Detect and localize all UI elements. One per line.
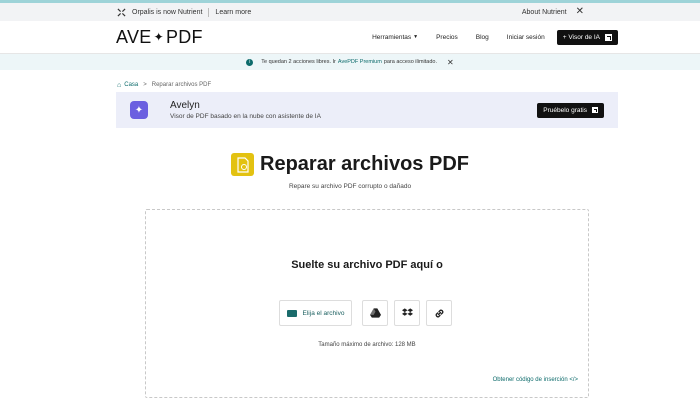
dropbox-button[interactable]	[394, 300, 421, 326]
link-icon	[435, 309, 444, 317]
folder-icon	[286, 309, 297, 317]
nav-blog[interactable]: Blog	[476, 34, 489, 41]
learn-more-link[interactable]: Learn more	[215, 9, 251, 16]
repair-pdf-icon	[231, 153, 254, 176]
breadcrumb-separator: >	[143, 82, 147, 88]
external-link-icon	[605, 33, 612, 41]
caret-down-icon: ▼	[413, 34, 419, 40]
premium-link[interactable]: AvePDF Premium	[338, 59, 382, 65]
info-icon: i	[246, 58, 254, 66]
nutrient-logo-icon	[116, 7, 126, 17]
page-subtitle: Repare su archivo PDF corrupto o dañado	[288, 183, 412, 190]
announcement-bar: Orpalis is now Nutrient Learn more About…	[0, 3, 700, 21]
ai-viewer-button[interactable]: + Visor de IA	[556, 29, 618, 45]
google-drive-icon	[369, 308, 381, 318]
main-nav: AVE ✦ PDF Herramientas ▼ Precios Blog Ini…	[0, 21, 700, 54]
announcement-text: Orpalis is now Nutrient	[132, 8, 203, 16]
file-drop-zone[interactable]: Suelte su archivo PDF aquí o Elija el ar…	[145, 209, 589, 398]
brand-logo[interactable]: AVE ✦ PDF	[116, 27, 203, 48]
choose-file-label: Elija el archivo	[302, 309, 345, 317]
nav-pricing[interactable]: Precios	[436, 34, 458, 41]
about-nutrient-link[interactable]: About Nutrient	[522, 9, 567, 16]
close-icon[interactable]: ✕	[576, 7, 584, 17]
try-free-button[interactable]: Pruébelo gratis	[537, 102, 604, 118]
divider	[208, 7, 210, 17]
notice-text-before: Te quedan 2 acciones libres. Ir	[261, 59, 336, 65]
try-free-label: Pruébelo gratis	[543, 106, 587, 114]
promo-subtitle: Visor de PDF basado en la nube con asist…	[170, 113, 321, 120]
max-file-size: Tamaño máximo de archivo: 128 MB	[318, 342, 416, 348]
breadcrumb-home[interactable]: Casa	[124, 82, 138, 88]
promo-title: Avelyn	[170, 100, 200, 111]
embed-code-link[interactable]: Obtener código de inserción </>	[493, 377, 578, 383]
drop-title: Suelte su archivo PDF aquí o	[291, 259, 443, 271]
brand-star-icon: ✦	[153, 30, 164, 44]
tool-header: Reparar archivos PDF Repare su archivo P…	[0, 153, 700, 190]
page-title: Reparar archivos PDF	[260, 153, 469, 175]
notice-close-icon[interactable]: ✕	[447, 58, 454, 67]
nav-login[interactable]: Iniciar sesión	[507, 34, 545, 41]
choose-file-button[interactable]: Elija el archivo	[278, 300, 353, 326]
usage-notice: i Te quedan 2 acciones libres. Ir AvePDF…	[0, 54, 700, 70]
url-link-button[interactable]	[426, 300, 453, 326]
sparkle-icon: ✦	[130, 101, 148, 119]
dropbox-icon	[401, 308, 413, 316]
notice-text-after: para acceso ilimitado.	[383, 59, 438, 65]
nav-tools[interactable]: Herramientas ▼	[372, 34, 418, 41]
breadcrumb: ⌂ Casa > Reparar archivos PDF	[0, 70, 700, 92]
breadcrumb-current: Reparar archivos PDF	[151, 82, 212, 88]
external-link-icon	[592, 107, 598, 113]
brand-left: AVE	[116, 26, 152, 47]
google-drive-button[interactable]	[362, 300, 389, 326]
home-icon: ⌂	[117, 81, 122, 89]
nav-tools-label: Herramientas	[372, 33, 412, 41]
ai-viewer-label: + Visor de IA	[562, 33, 600, 41]
brand-right: PDF	[165, 26, 203, 47]
avelyn-promo-banner: ✦ Avelyn Visor de PDF basado en la nube …	[116, 92, 618, 128]
